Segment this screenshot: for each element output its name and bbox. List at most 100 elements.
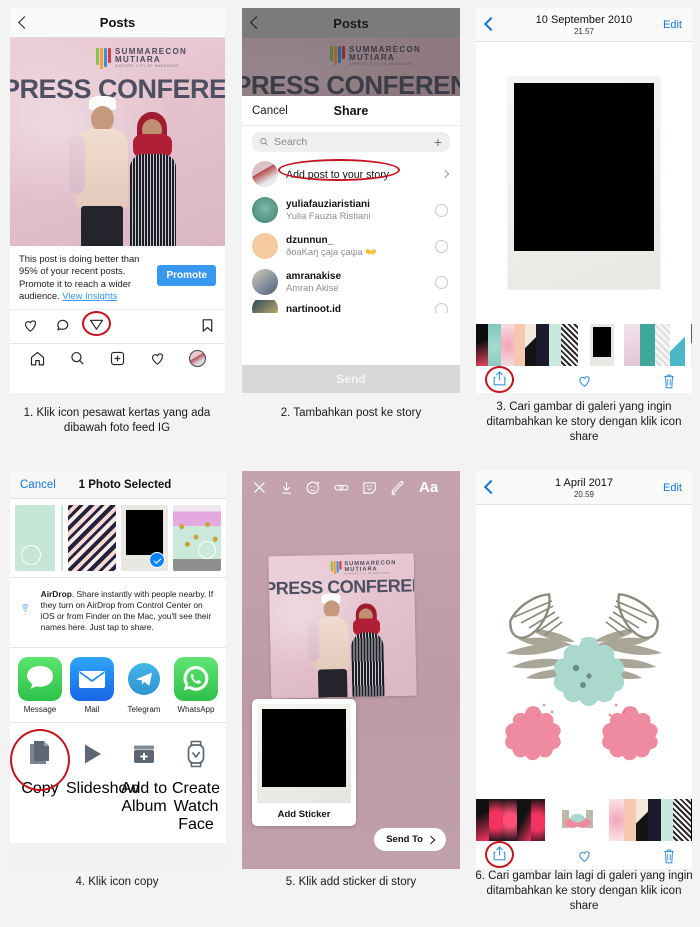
cancel-button[interactable]: Cancel [252,105,288,117]
back-button[interactable] [18,14,31,32]
select-radio[interactable] [435,302,448,313]
filmstrip-thumb-selected[interactable] [590,324,614,366]
close-icon[interactable] [251,479,268,496]
action-create-watch-face[interactable]: Create Watch Face [170,732,222,834]
list-item[interactable]: amranakise Amran Akise [242,264,460,300]
select-radio[interactable] [435,203,448,217]
promote-button[interactable]: Promote [157,265,216,286]
photo-stage[interactable] [476,42,692,324]
thumbnail-selected[interactable] [120,505,169,571]
list-item-story[interactable]: Add post to your story [242,156,460,192]
post-photo[interactable]: SUMMARECON MUTIARA AIRPORT CITY OF MAKAS… [10,38,225,246]
filmstrip-thumb[interactable] [609,799,624,841]
story-canvas[interactable]: Aa SUMMARECON MUTIARA AIRPORT CITY OF MA… [242,471,460,869]
link-icon[interactable] [333,479,350,496]
select-radio[interactable] [435,275,448,289]
bookmark-icon[interactable] [200,317,215,334]
filmstrip-thumb[interactable] [691,799,692,841]
download-icon[interactable] [279,479,294,496]
filmstrip-thumb[interactable] [503,799,517,841]
back-button[interactable] [250,14,263,32]
floral-wreath-icon [505,593,662,761]
edit-button[interactable]: Edit [663,19,682,31]
share-target-mail[interactable]: Mail [66,657,118,715]
filmstrip-thumb[interactable] [661,799,673,841]
filmstrip-thumb[interactable] [655,324,670,366]
draw-icon[interactable] [389,479,406,496]
filmstrip-thumb[interactable] [673,799,691,841]
heart-icon[interactable] [22,317,39,334]
share-target-whatsapp[interactable]: WhatsApp [170,657,222,715]
filmstrip-thumb[interactable] [624,799,636,841]
selected-thumbnails-row[interactable] [10,499,226,578]
share-button[interactable] [485,366,514,393]
text-icon[interactable]: Aa [419,479,438,496]
photo-filmstrip[interactable] [476,324,692,366]
activity-icon[interactable] [149,350,166,367]
sticker-icon[interactable] [361,479,378,496]
filmstrip-thumb[interactable] [489,799,503,841]
home-icon[interactable] [29,350,46,367]
thumbnail[interactable] [67,505,116,571]
filmstrip-thumb[interactable] [561,324,578,366]
filmstrip-thumb[interactable] [501,324,514,366]
summarecon-logo: SUMMARECON MUTIARA AIRPORT CITY OF MAKAS… [96,47,187,69]
action-slideshow[interactable]: Slideshow [66,732,139,834]
trash-icon[interactable] [662,373,676,390]
edit-button[interactable]: Edit [663,482,682,494]
add-sticker-button[interactable]: Add Sticker [257,803,351,826]
filmstrip-thumb[interactable] [636,799,648,841]
action-add-to-album[interactable]: Add to Album [118,732,170,834]
thumbnail[interactable] [15,505,63,571]
back-button[interactable] [483,16,499,34]
back-button[interactable] [483,479,499,497]
send-button[interactable]: Send [242,365,460,393]
filmstrip-thumb[interactable] [514,324,525,366]
filmstrip-thumb[interactable] [525,324,536,366]
filmstrip-thumb[interactable] [640,324,655,366]
photo-stage[interactable] [476,505,692,799]
cancel-button[interactable]: Cancel [20,479,56,491]
share-post-button[interactable] [82,310,111,337]
filmstrip-thumb-selected[interactable] [556,799,599,841]
filmstrip-thumb[interactable] [531,799,545,841]
filmstrip-thumb[interactable] [624,324,640,366]
add-post-icon[interactable] [109,350,126,367]
thumbnail[interactable] [173,505,221,571]
search-icon[interactable] [69,350,86,367]
list-item[interactable]: nartinoot.id [242,300,460,313]
share-button[interactable] [485,841,514,868]
effects-icon[interactable] [305,479,322,496]
comment-icon[interactable] [55,317,72,334]
view-insights-link[interactable]: View Insights [62,290,117,301]
sticker-card[interactable]: Add Sticker [252,699,356,826]
filmstrip-thumb[interactable] [488,324,501,366]
heart-icon[interactable] [576,373,593,389]
filmstrip-thumb[interactable] [476,324,488,366]
trash-icon[interactable] [662,848,676,865]
filmstrip-thumb[interactable] [549,324,561,366]
filmstrip-thumb[interactable] [670,324,685,366]
select-radio[interactable] [435,239,448,253]
share-target-telegram[interactable]: Telegram [118,657,170,715]
caption-step-3: 3. Cari gambar di galeri yang ingin dita… [486,401,682,443]
profile-avatar-icon[interactable] [188,349,206,367]
share-target-message[interactable]: Message [14,657,66,715]
filmstrip-thumb[interactable] [536,324,549,366]
action-copy[interactable]: Copy [10,729,70,834]
heart-icon[interactable] [576,848,593,864]
add-icon[interactable]: + [434,135,442,149]
filmstrip-thumb[interactable] [517,799,531,841]
filmstrip-thumb[interactable] [691,324,692,366]
filmstrip-thumb[interactable] [648,799,661,841]
page-title: Posts [333,15,369,31]
search-input[interactable]: Search + [252,132,450,152]
story-pasted-photo[interactable]: SUMMARECON MUTIARA AIRPORT CITY OF MAKAS… [268,553,417,699]
fullname: ðoaKaŋ çaja çaψa 👐 [286,245,377,257]
list-item[interactable]: yuliafauziaristiani Yulia Fauzia Ristian… [242,192,460,228]
photo-filmstrip[interactable] [476,799,692,841]
list-item[interactable]: dzunnun_ ðoaKaŋ çaja çaψa 👐 [242,228,460,264]
airdrop-text: AirDrop. Share instantly with people nea… [41,589,216,633]
send-to-button[interactable]: Send To [374,828,446,851]
filmstrip-thumb[interactable] [476,799,489,841]
